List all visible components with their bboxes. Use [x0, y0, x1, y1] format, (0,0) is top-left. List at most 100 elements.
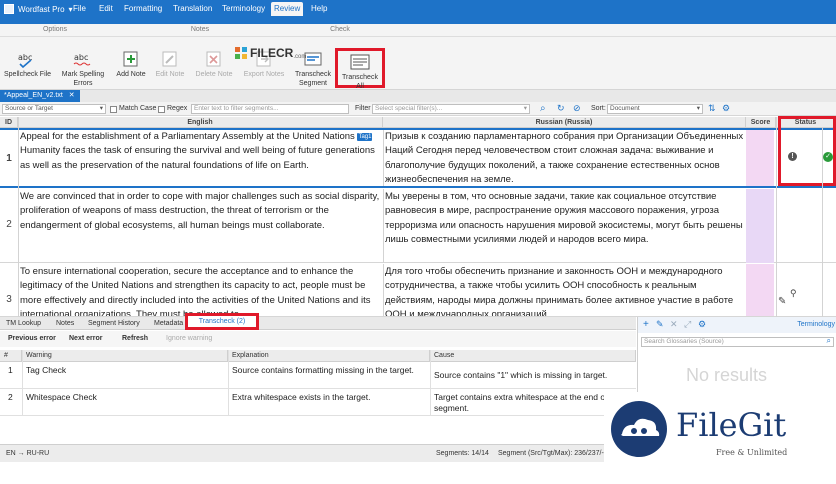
delete-note-button[interactable]: Delete Note: [194, 50, 234, 79]
clear-filter-icon[interactable]: ⊘: [573, 103, 581, 114]
filter-settings-icon[interactable]: ⚙: [722, 103, 730, 114]
tab-segment-history[interactable]: Segment History: [84, 317, 144, 330]
segment-grid-header: ID English Russian (Russia) Score Status: [0, 117, 836, 128]
target-cell[interactable]: Для того чтобы обеспечить признание и за…: [385, 265, 745, 316]
segment-id: 2: [6, 219, 12, 230]
chevron-down-icon: ▾: [696, 105, 700, 112]
spellcheck-file-label: Spellcheck File: [4, 71, 52, 78]
col-cause-header: Cause: [430, 350, 636, 362]
filecr-watermark: FILECR .com: [234, 46, 306, 60]
transcheck-segment-label-2: Segment: [298, 80, 328, 87]
match-case-checkbox[interactable]: [110, 106, 117, 113]
table-row[interactable]: 1 Tag Check Source contains formatting m…: [0, 363, 636, 389]
col-divider: [383, 189, 384, 263]
terminology-toolbar: + ✎ ✕ ⤢ ⚙ Terminology: [638, 317, 836, 333]
source-cell[interactable]: We are convinced that in order to cope w…: [20, 190, 380, 233]
col-target-header: Russian (Russia): [383, 117, 746, 128]
edit-term-icon[interactable]: ✎: [656, 319, 664, 330]
sort-direction-icon[interactable]: ⇅: [708, 103, 716, 114]
special-filter-placeholder: Select special filter(s)...: [375, 105, 443, 112]
tab-metadata[interactable]: Metadata: [150, 317, 187, 330]
source-cell[interactable]: To ensure international cooperation, sec…: [20, 265, 380, 316]
filter-scope-value: Source or Target: [5, 105, 53, 112]
bottom-panel-tabs: TM Lookup Notes Segment History Metadata…: [0, 313, 636, 330]
table-row[interactable]: 2 Whitespace Check Extra whitespace exis…: [0, 390, 636, 416]
mark-spelling-label-1: Mark Spelling: [61, 71, 105, 78]
menu-edit[interactable]: Edit: [96, 2, 116, 16]
menu-formatting[interactable]: Formatting: [121, 2, 165, 16]
ignore-warning-button[interactable]: Ignore warning: [166, 335, 212, 342]
filter-bar: Source or Target ▾ Match Case Regex Ente…: [0, 102, 836, 116]
delete-term-icon[interactable]: ✕: [670, 319, 678, 330]
warning-name: Tag Check: [26, 365, 67, 375]
col-source-header: English: [18, 117, 383, 128]
table-divider: [22, 350, 23, 416]
search-icon[interactable]: ⌕: [827, 337, 831, 345]
score-cell: [746, 130, 774, 186]
grid-col-divider: [776, 117, 777, 317]
refresh-button[interactable]: Refresh: [122, 335, 148, 342]
add-term-icon[interactable]: +: [643, 319, 649, 330]
glossary-search-placeholder: Search Glossaries (Source): [644, 338, 724, 345]
transcheck-all-button[interactable]: Transcheck All: [335, 48, 385, 90]
app-icon: [4, 4, 14, 14]
filter-label: Filter: [355, 105, 371, 112]
target-cell[interactable]: Мы уверены в том, что основные задачи, т…: [385, 190, 745, 247]
confirmed-status-icon[interactable]: ✓: [823, 152, 833, 162]
filegit-tagline: Free & Unlimited: [716, 448, 788, 457]
document-tab[interactable]: *Appeal_EN_v2.txt ✕: [0, 90, 80, 102]
warning-num: 2: [8, 392, 13, 402]
menu-help[interactable]: Help: [308, 2, 330, 16]
target-cell[interactable]: Призыв к созданию парламентарного собран…: [385, 130, 745, 187]
menu-translation[interactable]: Translation: [170, 2, 215, 16]
menu-file[interactable]: File: [70, 2, 89, 16]
transcheck-all-label-1: Transcheck: [342, 74, 378, 81]
next-error-button[interactable]: Next error: [69, 335, 102, 342]
segment-row-1[interactable]: 1 Appeal for the establishment of a Parl…: [0, 128, 836, 188]
spellcheck-file-button[interactable]: abc Spellcheck File: [4, 50, 52, 79]
source-cell[interactable]: Appeal for the establishment of a Parlia…: [20, 130, 380, 173]
segment-row-3[interactable]: 3 To ensure international cooperation, s…: [0, 264, 836, 317]
ribbon-divider: [0, 36, 836, 37]
previous-error-button[interactable]: Previous error: [8, 335, 56, 342]
link-term-icon[interactable]: ⤢: [684, 319, 691, 330]
col-explanation-header: Explanation: [228, 350, 430, 362]
match-case-label: Match Case: [119, 105, 157, 112]
sort-value: Document: [610, 105, 640, 112]
refresh-icon[interactable]: ↻: [557, 103, 565, 114]
menu-review[interactable]: Review: [271, 2, 304, 16]
menu-terminology[interactable]: Terminology: [219, 2, 268, 16]
filter-text-placeholder: Enter text to filter segments...: [194, 105, 279, 112]
sort-label: Sort:: [591, 105, 606, 112]
warning-name: Whitespace Check: [26, 392, 97, 402]
spellcheck-icon: abc: [18, 53, 32, 68]
tab-tm-lookup[interactable]: TM Lookup: [2, 317, 45, 330]
tab-notes[interactable]: Notes: [52, 317, 78, 330]
warning-explanation: Source contains formatting missing in th…: [232, 365, 414, 375]
warning-status-icon[interactable]: !: [788, 152, 797, 161]
tab-transcheck[interactable]: Transcheck (2): [185, 313, 259, 330]
mark-spelling-errors-button[interactable]: abc Mark Spelling Errors: [58, 50, 108, 88]
close-tab-icon[interactable]: ✕: [69, 92, 75, 99]
settings-icon[interactable]: ⚙: [698, 319, 706, 330]
sort-select[interactable]: Document ▾: [607, 104, 703, 114]
edit-pencil-icon[interactable]: ✎: [778, 296, 786, 307]
regex-checkbox[interactable]: [158, 106, 165, 113]
edit-note-icon: [162, 51, 177, 67]
add-note-button[interactable]: Add Note: [115, 50, 147, 79]
status-highlight-box: [778, 116, 836, 186]
segment-row-2[interactable]: 2 We are convinced that in order to cope…: [0, 189, 836, 263]
transcheck-all-icon: [350, 54, 370, 70]
filter-scope-select[interactable]: Source or Target ▾: [2, 104, 106, 114]
col-warning-header: Warning: [22, 350, 228, 362]
chevron-down-icon: ▾: [99, 105, 103, 112]
glossary-search-input[interactable]: Search Glossaries (Source) ⌕: [641, 337, 834, 347]
special-filter-select[interactable]: Select special filter(s)... ▾: [372, 104, 530, 114]
filter-text-input[interactable]: Enter text to filter segments...: [191, 104, 349, 114]
segment-id: 3: [6, 294, 12, 305]
warning-num: 1: [8, 365, 13, 375]
edit-note-button[interactable]: Edit Note: [153, 50, 187, 79]
inline-tag[interactable]: Tag1: [357, 133, 373, 141]
user-status-icon[interactable]: ⚲: [790, 288, 797, 299]
search-icon[interactable]: ⌕: [540, 103, 546, 114]
